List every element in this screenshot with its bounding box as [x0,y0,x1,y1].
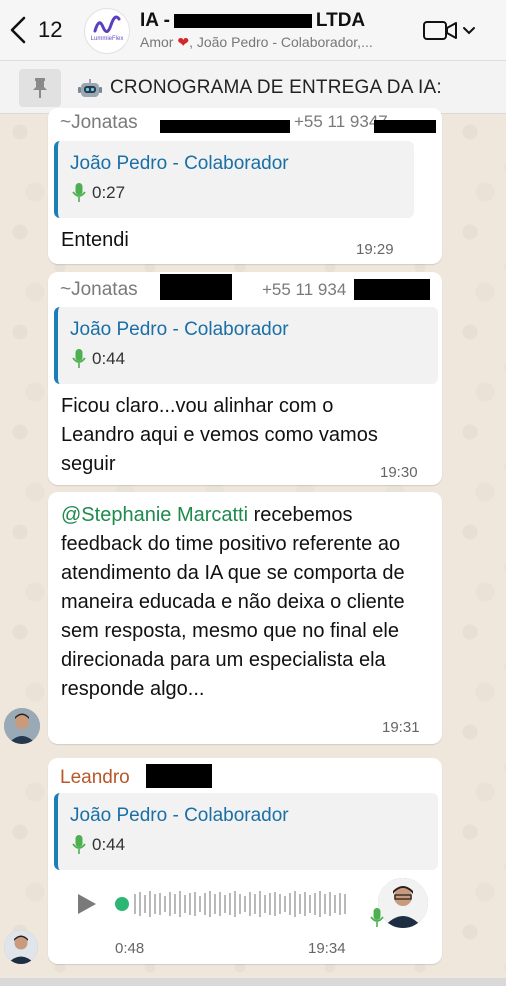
members-text-1: Amor [140,34,174,50]
quote-sender: João Pedro - Colaborador [70,319,289,340]
quote-sender: João Pedro - Colaborador [70,153,289,174]
message-text: Ficou claro...vou alinhar com o Leandro … [61,395,378,475]
audio-duration: 0:48 [115,940,145,957]
group-members: Amor ❤, João Pedro - Colaborador,... [140,34,410,51]
person-avatar-icon [4,930,38,964]
microphone-icon [72,835,86,854]
quoted-audio[interactable]: João Pedro - Colaborador 0:27 [54,141,414,218]
pinned-message-bar[interactable]: CRONOGRAMA DE ENTREGA DA IA: [0,61,506,114]
quote-duration: 0:44 [92,835,126,854]
quoted-audio[interactable]: João Pedro - Colaborador 0:44 [54,793,438,870]
microphone-icon [72,183,86,202]
pinned-text: CRONOGRAMA DE ENTREGA DA IA: [110,77,442,98]
logo-text: LummieFlex [90,36,124,42]
message-bubble[interactable]: Leandro João Pedro - Colaborador 0:44 0:… [48,758,442,964]
robot-icon [78,79,102,97]
message-body: recebemos feedback do time positivo refe… [61,504,405,700]
quote-duration: 0:27 [92,183,126,202]
person-avatar-icon [4,708,40,744]
back-button[interactable]: 12 [8,14,68,46]
mention-link[interactable]: @Stephanie Marcatti [61,504,248,526]
redacted-name [160,274,232,300]
redacted-name [146,764,212,788]
chat-header: 12 LummieFlex IA - LTDA Amor ❤, João Pedr… [0,0,506,61]
message-time: 19:31 [382,719,420,736]
play-icon[interactable] [76,892,98,916]
redacted-title [173,13,312,28]
message-text: Entendi [61,229,129,251]
group-avatar[interactable]: LummieFlex [84,8,130,54]
composer-edge [0,978,506,986]
microphone-icon [72,349,86,368]
avatar[interactable] [4,708,40,744]
quote-sender: João Pedro - Colaborador [70,805,289,826]
message-bubble[interactable]: ~Jonatas +55 11 9347 João Pedro - Colabo… [48,108,442,264]
group-title-prefix: IA - [140,10,170,31]
sender-avatar[interactable] [378,878,428,928]
members-text-2: , João Pedro - Colaborador,... [189,34,373,50]
redacted-phone [354,279,430,300]
audio-waveform[interactable] [114,884,354,924]
redacted-phone [374,120,436,133]
quote-duration: 0:44 [92,349,126,368]
avatar[interactable] [4,930,38,964]
heart-icon: ❤ [177,34,190,50]
message-text: @Stephanie Marcatti recebemos feedback d… [61,501,413,704]
sender-name: Leandro [60,767,130,788]
message-time: 19:34 [308,940,346,957]
sender-name: ~Jonatas [60,112,138,133]
sender-name: ~Jonatas [60,279,138,300]
person-avatar-icon [378,878,428,928]
message-time: 19:29 [356,241,394,258]
video-call-button[interactable] [422,18,484,44]
unread-count: 12 [38,17,63,42]
pin-button[interactable] [19,69,61,107]
group-title-suffix: LTDA [315,10,366,31]
message-bubble[interactable]: @Stephanie Marcatti recebemos feedback d… [48,492,442,744]
group-title[interactable]: IA - LTDA [140,10,365,32]
message-bubble[interactable]: ~Jonatas +55 11 934 João Pedro - Colabor… [48,272,442,485]
video-camera-icon [423,21,475,40]
quoted-audio[interactable]: João Pedro - Colaborador 0:44 [54,307,438,384]
redacted-name [160,120,290,133]
chevron-left-icon [10,16,26,44]
sender-phone: +55 11 934 [262,280,347,299]
pin-icon [33,78,47,98]
microphone-icon [370,908,384,927]
message-time: 19:30 [380,464,418,481]
